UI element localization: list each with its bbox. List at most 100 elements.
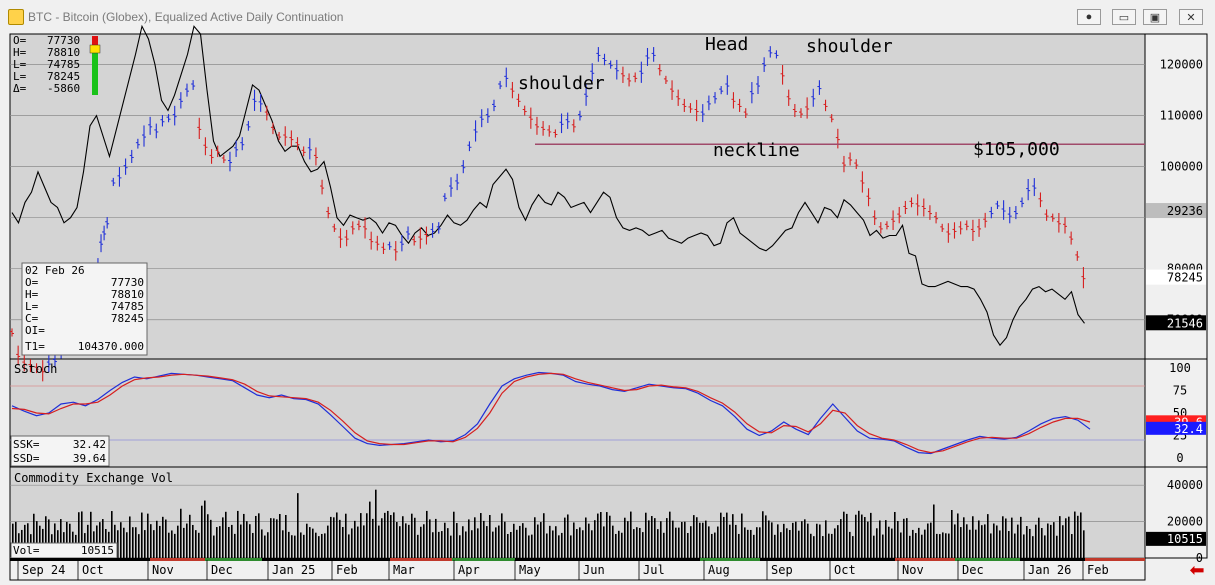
volume-bar	[357, 526, 359, 558]
date-strip-segment	[1085, 558, 1145, 561]
volume-bar	[318, 536, 320, 558]
volume-bar	[375, 489, 377, 558]
volume-bar	[1038, 517, 1040, 558]
volume-bar	[564, 517, 566, 558]
volume-bar	[1065, 518, 1067, 558]
annotation-neckline: neckline	[713, 140, 800, 161]
volume-bar	[1005, 518, 1007, 558]
volume-bar	[336, 512, 338, 558]
volume-bar	[624, 517, 626, 558]
volume-bar	[570, 535, 572, 558]
volume-bar	[216, 527, 218, 558]
volume-bar	[975, 529, 977, 558]
volume-bar	[174, 533, 176, 558]
volume-bar	[162, 516, 164, 558]
volume-bar	[390, 515, 392, 558]
volume-bar	[651, 516, 653, 558]
date-tick-label: Mar	[393, 563, 415, 577]
volume-bar	[1002, 516, 1004, 558]
date-strip-segment	[580, 558, 640, 561]
volume-value-tag-text: 10515	[1167, 532, 1203, 546]
volume-bar	[399, 526, 401, 558]
date-strip-segment	[80, 558, 150, 561]
volume-bar	[441, 531, 443, 558]
volume-bar	[168, 532, 170, 558]
volume-bar	[126, 532, 128, 558]
volume-bar	[753, 534, 755, 558]
volume-bar	[504, 521, 506, 558]
volume-bar	[507, 533, 509, 558]
volume-bar	[774, 534, 776, 558]
volume-bar	[378, 525, 380, 558]
volume-bar	[945, 533, 947, 558]
volume-bar	[489, 515, 491, 558]
volume-bar	[153, 530, 155, 558]
volume-tick-label: 20000	[1167, 515, 1203, 529]
volume-bar	[675, 527, 677, 558]
volume-bar	[582, 530, 584, 558]
volume-bar	[861, 514, 863, 558]
volume-bar	[879, 520, 881, 558]
volume-bar	[747, 529, 749, 558]
volume-bar	[621, 532, 623, 558]
volume-bar	[783, 523, 785, 558]
volume-bar	[903, 518, 905, 558]
stoch-values-box: SSK= 32.42 SSD= 39.64	[10, 435, 110, 467]
volume-bar	[468, 519, 470, 558]
volume-bar	[915, 533, 917, 558]
volume-bar	[852, 536, 854, 558]
ssd-label: SSD=	[13, 452, 40, 465]
date-tick-label: Aug	[708, 563, 730, 577]
volume-bar	[984, 524, 986, 558]
annotation-shoulder-right: shoulder	[806, 36, 893, 57]
volume-bar	[744, 527, 746, 558]
volume-bar	[207, 514, 209, 558]
volume-bar	[615, 533, 617, 558]
volume-bar	[987, 514, 989, 558]
date-tick-label: Jan 25	[272, 563, 315, 577]
volume-bar	[414, 517, 416, 558]
volume-bar	[372, 518, 374, 558]
date-tick-label: Jan 26	[1028, 563, 1071, 577]
volume-bar	[639, 527, 641, 558]
volume-bar	[150, 524, 152, 558]
date-tick-label: Feb	[336, 563, 358, 577]
volume-bar	[609, 515, 611, 558]
scroll-back-arrow-icon[interactable]: ⬅	[1186, 561, 1208, 579]
volume-bar	[729, 524, 731, 558]
volume-bar	[252, 532, 254, 558]
volume-bar	[828, 533, 830, 558]
volume-bar	[492, 531, 494, 558]
date-strip-segment	[150, 558, 205, 561]
volume-bar	[894, 511, 896, 558]
volume-bar	[762, 511, 764, 558]
volume-bar	[606, 512, 608, 558]
volume-bar	[327, 525, 329, 558]
volume-bar	[543, 513, 545, 558]
volume-bar	[402, 516, 404, 558]
price-axis	[1144, 33, 1208, 360]
volume-bar	[657, 529, 659, 558]
volume-title: Commodity Exchange Vol	[14, 471, 173, 485]
volume-bar	[921, 534, 923, 558]
volume-bar	[567, 514, 569, 558]
date-strip-segment	[825, 558, 895, 561]
volume-bar	[696, 517, 698, 558]
volume-bar	[237, 510, 239, 558]
volume-bar	[528, 535, 530, 558]
stoch-value-tags: 39.632.4	[1146, 415, 1206, 436]
volume-bar	[210, 519, 212, 558]
volume-bar	[1050, 524, 1052, 558]
volume-bar	[219, 526, 221, 558]
date-strip-segment	[1020, 558, 1085, 561]
volume-bar	[306, 523, 308, 558]
vol-label: Vol=	[13, 544, 40, 557]
volume-bar	[993, 523, 995, 558]
volume-bar	[537, 524, 539, 558]
price-value-tag-text: 78245	[1167, 271, 1203, 285]
volume-bar	[354, 520, 356, 558]
stoch-tick-label: 75	[1173, 384, 1187, 398]
volume-bar	[423, 524, 425, 558]
volume-bar	[159, 525, 161, 558]
volume-bar	[771, 522, 773, 558]
